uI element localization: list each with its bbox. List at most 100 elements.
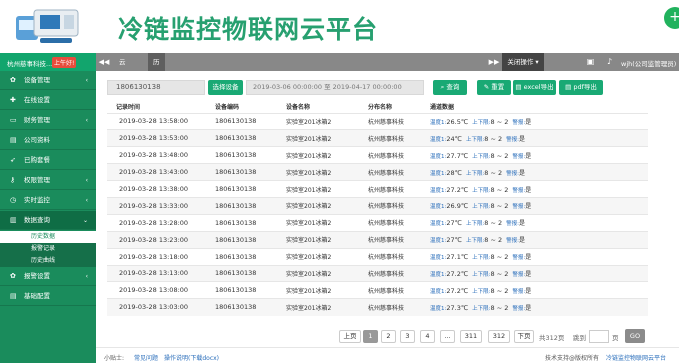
add-button[interactable]: + (664, 7, 679, 29)
table-row[interactable]: 2019-03-28 13:23:00 1806130138 实验室201冰箱2 杭州… (107, 230, 648, 249)
next-page-button[interactable]: 下页 (514, 330, 534, 343)
table-row[interactable]: 2019-03-28 13:08:00 1806130138 实验室201冰箱2 杭州… (107, 281, 648, 299)
temp-value: 27℃ (446, 236, 462, 245)
date-range-input[interactable]: 2019-03-06 00:00:00 至 2019-04-17 00:00:0… (246, 80, 424, 95)
sidebar-item-label: 报警设置 (24, 272, 50, 280)
alarm-value: 是 (519, 135, 526, 143)
sidebar-item-realtime-monitor[interactable]: ◷ 实时监控 ‹ (0, 191, 96, 210)
column-header[interactable]: 分布名称 (368, 100, 430, 113)
tab-back-button[interactable]: ◀◀ (96, 53, 112, 71)
sidebar-item-permissions[interactable]: ⚷ 权限管理 ‹ (0, 171, 96, 190)
sidebar-item-device-management[interactable]: ✿ 设备管理 ‹ (0, 71, 96, 90)
sidebar-item-company-info[interactable]: ▤ 公司资料 (0, 131, 96, 150)
tab-forward-button[interactable]: ▶▶ (486, 53, 502, 71)
alarm-value: 是 (525, 118, 532, 126)
excel-export-button[interactable]: ▤ excel导出 (513, 80, 556, 95)
prev-page-button[interactable]: 上页 (339, 330, 361, 343)
page-button[interactable]: 1 (363, 330, 378, 343)
sidebar-item-basic-config[interactable]: ▤ 基础配置 (0, 287, 96, 306)
table-row[interactable]: 2019-03-28 13:58:00 1806130138 实验室201冰箱2 杭州… (107, 112, 648, 130)
goto-page-input[interactable] (589, 330, 609, 343)
limit-range: 8 ~ 2 (490, 117, 509, 126)
table-row[interactable]: 2019-03-28 13:28:00 1806130138 实验室201冰箱2 杭州… (107, 213, 648, 232)
cell-record-time: 2019-03-28 13:08:00 (107, 281, 215, 299)
alarm-value: 是 (525, 304, 532, 312)
message-icon[interactable]: ▣ (585, 56, 596, 67)
cell-channel-data: 温度1:27.7℃ 上下限:8 ~ 2 警报:是 (430, 146, 648, 164)
sidebar-subitem-alarm-records[interactable]: 报警记录 (0, 243, 96, 255)
sidebar-item-alarm-settings[interactable]: ✿ 报警设置 ‹ (0, 267, 96, 286)
cell-record-time: 2019-03-28 13:13:00 (107, 264, 215, 282)
tab-history-data[interactable]: 历史数据 ✖ (148, 53, 165, 138)
page-button[interactable]: 312 (488, 330, 510, 343)
sidebar-item-label: 已购套餐 (24, 156, 50, 164)
cell-channel-data: 温度1:27℃ 上下限:8 ~ 2 警报:是 (430, 230, 648, 249)
temp-value: 28℃ (446, 168, 462, 177)
cell-device-name: 实验室201冰箱2 (286, 146, 368, 164)
sidebar-subitem-history-curve[interactable]: 历史曲线 (0, 255, 96, 267)
alarm-value: 是 (525, 152, 532, 160)
column-header[interactable]: 通道数据 (430, 100, 648, 113)
sidebar-item-data-query[interactable]: ▥ 数据查询 ⌄ (0, 211, 96, 230)
reset-button[interactable]: ✎ 重置 (477, 80, 511, 95)
limit-range: 8 ~ 2 (490, 286, 509, 295)
cell-device-name: 实验室201冰箱2 (286, 281, 368, 299)
cell-device-name: 实验室201冰箱2 (286, 129, 368, 147)
manual-download-link[interactable]: 操作说明(下载docx) (164, 353, 219, 362)
column-header[interactable]: 记录时间 (107, 100, 215, 113)
org-name[interactable]: wjh(公司监管理员) (621, 58, 676, 68)
sidebar-item-finance[interactable]: ▭ 财务管理 ‹ (0, 111, 96, 130)
table-row[interactable]: 2019-03-28 13:43:00 1806130138 实验室201冰箱2 杭州… (107, 163, 648, 181)
page-button[interactable]: 311 (460, 330, 482, 343)
tab-cloud-center[interactable]: 云中心 (114, 53, 131, 102)
temp-value: 27℃ (446, 219, 462, 228)
temp-label: 温度1: (430, 255, 447, 262)
limit-label: 上下限: (472, 288, 491, 295)
alarm-value: 是 (525, 186, 532, 194)
chevron-left-icon: ‹ (85, 273, 88, 280)
footer-platform[interactable]: 冷链监控物联网云平台 (606, 353, 666, 362)
table-row[interactable]: 2019-03-28 13:53:00 1806130138 实验室201冰箱2 杭州… (107, 129, 648, 147)
cell-device-code: 1806130138 (215, 196, 286, 215)
cell-branch-name: 杭州慈事科技 (368, 213, 430, 232)
column-header[interactable]: 设备编码 (215, 100, 286, 113)
limit-range: 8 ~ 2 (484, 134, 503, 143)
bell-icon[interactable]: ♪ (604, 56, 615, 67)
logo (14, 6, 86, 46)
table-row[interactable]: 2019-03-28 13:03:00 1806130138 实验室201冰箱2 杭州… (107, 298, 648, 316)
sidebar-item-purchased-packages[interactable]: ➶ 已购套餐 (0, 151, 96, 170)
cog-icon: ▤ (10, 292, 17, 300)
alarm-value: 是 (525, 203, 532, 211)
alarm-value: 是 (519, 169, 526, 177)
page-button[interactable]: 2 (381, 330, 396, 343)
page-button[interactable]: 3 (400, 330, 415, 343)
rocket-icon: ➶ (10, 156, 16, 164)
go-button[interactable]: GO (625, 329, 645, 343)
site-title: 冷链监控物联网云平台 (118, 15, 379, 44)
pdf-export-button[interactable]: ▤ pdf导出 (559, 80, 603, 95)
query-button[interactable]: ⌕ 查询 (433, 80, 467, 95)
cell-branch-name: 杭州慈事科技 (368, 230, 430, 249)
select-device-button[interactable]: 选择设备 (208, 80, 243, 95)
sidebar: ✿ 设备管理 ‹ ✚ 在线设置 ▭ 财务管理 ‹ ▤ 公司资料 ➶ 已购套餐 ⚷… (0, 71, 96, 363)
table-row[interactable]: 2019-03-28 13:18:00 1806130138 实验室201冰箱2 杭州… (107, 247, 648, 266)
table-row[interactable]: 2019-03-28 13:48:00 1806130138 实验室201冰箱2 杭州… (107, 146, 648, 164)
cell-device-code: 1806130138 (215, 180, 286, 198)
table-row[interactable]: 2019-03-28 13:13:00 1806130138 实验室201冰箱2 杭州… (107, 264, 648, 282)
user-box[interactable]: 杭州慈事科技... 上午好! (0, 53, 96, 71)
cell-device-code: 1806130138 (215, 213, 286, 232)
cell-device-name: 实验室201冰箱2 (286, 180, 368, 198)
sidebar-subitem-history-data[interactable]: 历史数据 (0, 231, 96, 243)
cell-record-time: 2019-03-28 13:48:00 (107, 146, 215, 164)
device-code-input[interactable]: 1806130138 (107, 80, 205, 95)
close-operations-dropdown[interactable]: 关闭操作 ▾ (502, 53, 544, 71)
table-row[interactable]: 2019-03-28 13:38:00 1806130138 实验室201冰箱2 杭州… (107, 180, 648, 198)
table-row[interactable]: 2019-03-28 13:33:00 1806130138 实验室201冰箱2 杭州… (107, 196, 648, 215)
page-button[interactable]: 4 (420, 330, 435, 343)
faq-link[interactable]: 常见问题 (134, 353, 158, 362)
limit-range: 8 ~ 2 (490, 303, 509, 312)
sidebar-item-online-settings[interactable]: ✚ 在线设置 (0, 91, 96, 110)
column-header[interactable]: 设备名称 (286, 100, 368, 113)
temp-label: 温度1: (430, 238, 447, 245)
sidebar-item-label: 财务管理 (24, 116, 50, 124)
